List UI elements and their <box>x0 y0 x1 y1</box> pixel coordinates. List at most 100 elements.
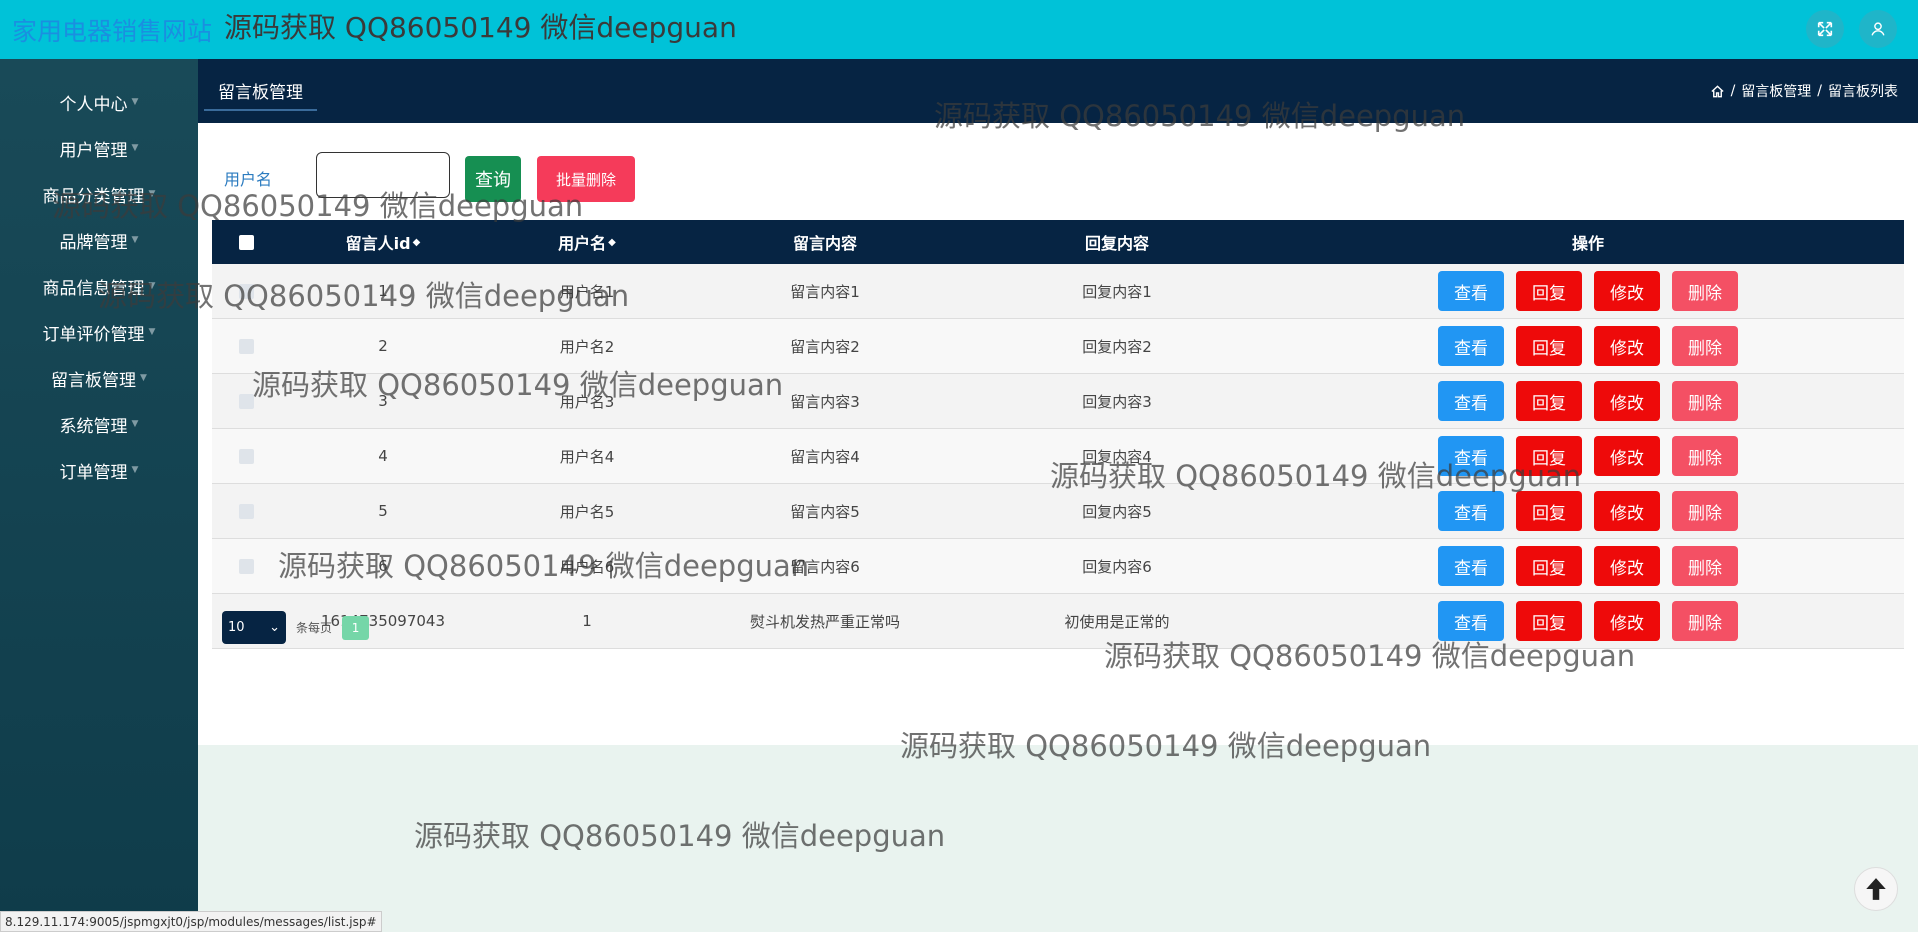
cell-reply: 回复内容2 <box>1082 337 1152 356</box>
username-search-input[interactable] <box>316 152 450 198</box>
top-bar: 家用电器销售网站 源码获取 QQ86050149 微信deepguan <box>0 0 1918 59</box>
caret-down-icon: ▼ <box>131 235 139 245</box>
table-header: 留言人id ◆ 用户名 ◆ 留言内容 回复内容 操作 <box>212 220 1904 264</box>
reply-button[interactable]: 回复 <box>1516 601 1582 641</box>
view-button[interactable]: 查看 <box>1438 601 1504 641</box>
sidebar-item-label: 订单评价管理 <box>42 324 145 345</box>
row-select[interactable] <box>212 429 280 483</box>
home-icon[interactable] <box>1710 84 1725 99</box>
edit-button[interactable]: 修改 <box>1594 271 1660 311</box>
sidebar-item-message-board[interactable]: 留言板管理 ▼ <box>0 358 198 398</box>
header-select-all[interactable] <box>212 220 280 264</box>
sidebar-item-order-management[interactable]: 订单管理 ▼ <box>0 450 198 490</box>
view-button[interactable]: 查看 <box>1438 326 1504 366</box>
sidebar-item-product-management[interactable]: 商品信息管理 ▼ <box>0 266 198 306</box>
row-checkbox[interactable] <box>238 503 254 519</box>
back-to-top-icon <box>1866 878 1886 900</box>
table-row: 1614735097043 1 熨斗机发热严重正常吗 初使用是正常的 查看 回复 修改 删除 <box>212 594 1904 649</box>
delete-button[interactable]: 删除 <box>1672 601 1738 641</box>
cell-username: 1 <box>582 612 592 630</box>
reply-button[interactable]: 回复 <box>1516 491 1582 531</box>
sort-icon[interactable]: ◆ <box>413 237 421 248</box>
reply-button[interactable]: 回复 <box>1516 326 1582 366</box>
delete-button[interactable]: 删除 <box>1672 491 1738 531</box>
column-header-reply: 回复内容 <box>1084 234 1149 253</box>
cell-messager-id: 1 <box>378 282 388 300</box>
sidebar-item-brand-management[interactable]: 品牌管理 ▼ <box>0 220 198 260</box>
caret-down-icon: ▼ <box>131 143 139 153</box>
select-all-checkbox[interactable] <box>238 234 254 250</box>
breadcrumb: / 留言板管理 / 留言板列表 <box>1710 81 1898 101</box>
back-to-top-button[interactable] <box>1854 867 1898 911</box>
row-select[interactable] <box>212 484 280 538</box>
cell-actions: 查看 回复 修改 删除 <box>1272 264 1904 318</box>
reply-button[interactable]: 回复 <box>1516 436 1582 476</box>
sidebar-item-order-review-management[interactable]: 订单评价管理 ▼ <box>0 312 198 352</box>
edit-button[interactable]: 修改 <box>1594 546 1660 586</box>
sidebar-item-personal-center[interactable]: 个人中心 ▼ <box>0 82 198 122</box>
table-row: 5 用户名5 留言内容5 回复内容5 查看 回复 修改 删除 <box>212 484 1904 539</box>
sidebar: 个人中心 ▼ 用户管理 ▼ 商品分类管理 ▼ 品牌管理 ▼ 商品信息管理 ▼ 订单评价管理… <box>0 59 198 932</box>
row-checkbox[interactable] <box>238 558 254 574</box>
sidebar-item-user-management[interactable]: 用户管理 ▼ <box>0 128 198 168</box>
tab-message-board[interactable]: 留言板管理 <box>204 71 317 111</box>
cell-reply: 回复内容3 <box>1082 392 1152 411</box>
delete-button[interactable]: 删除 <box>1672 436 1738 476</box>
cell-messager-id: 6 <box>378 557 388 575</box>
row-checkbox[interactable] <box>238 283 254 299</box>
page-size-select[interactable]: 10 ⌄ <box>222 611 286 644</box>
site-title: 家用电器销售网站 <box>12 17 213 46</box>
row-select[interactable] <box>212 539 280 593</box>
reply-button[interactable]: 回复 <box>1516 271 1582 311</box>
edit-button[interactable]: 修改 <box>1594 491 1660 531</box>
watermark-top: 源码获取 QQ86050149 微信deepguan <box>224 11 737 44</box>
row-select[interactable] <box>212 374 280 428</box>
delete-button[interactable]: 删除 <box>1672 326 1738 366</box>
reply-button[interactable]: 回复 <box>1516 381 1582 421</box>
user-menu-button[interactable] <box>1859 10 1897 48</box>
reply-button[interactable]: 回复 <box>1516 546 1582 586</box>
batch-delete-button[interactable]: 批量删除 <box>537 156 635 202</box>
table-row: 6 用户名6 留言内容6 回复内容6 查看 回复 修改 删除 <box>212 539 1904 594</box>
cell-actions: 查看 回复 修改 删除 <box>1272 319 1904 373</box>
sidebar-item-label: 个人中心 <box>59 94 128 115</box>
delete-button[interactable]: 删除 <box>1672 271 1738 311</box>
sidebar-item-label: 商品信息管理 <box>42 278 145 299</box>
sort-icon[interactable]: ◆ <box>608 237 616 248</box>
edit-button[interactable]: 修改 <box>1594 601 1660 641</box>
cell-actions: 查看 回复 修改 删除 <box>1272 484 1904 538</box>
row-select[interactable] <box>212 264 280 318</box>
view-button[interactable]: 查看 <box>1438 271 1504 311</box>
column-header-messager-id[interactable]: 留言人id ◆ <box>280 220 486 264</box>
sidebar-item-category-management[interactable]: 商品分类管理 ▼ <box>0 174 198 214</box>
view-button[interactable]: 查看 <box>1438 546 1504 586</box>
view-button[interactable]: 查看 <box>1438 436 1504 476</box>
cell-messager-id: 2 <box>378 337 388 355</box>
row-select[interactable] <box>212 319 280 373</box>
breadcrumb-item[interactable]: 留言板管理 <box>1741 81 1811 101</box>
breadcrumb-separator: / <box>1817 83 1822 99</box>
breadcrumb-separator: / <box>1730 83 1736 99</box>
query-button[interactable]: 查询 <box>465 156 521 202</box>
cell-username: 用户名6 <box>559 557 615 576</box>
fullscreen-button[interactable] <box>1806 10 1844 48</box>
delete-button[interactable]: 删除 <box>1672 546 1738 586</box>
edit-button[interactable]: 修改 <box>1594 381 1660 421</box>
delete-button[interactable]: 删除 <box>1672 381 1738 421</box>
cell-username: 用户名3 <box>559 392 615 411</box>
cell-reply: 回复内容1 <box>1082 282 1152 301</box>
sidebar-item-label: 商品分类管理 <box>42 186 145 207</box>
edit-button[interactable]: 修改 <box>1594 326 1660 366</box>
row-checkbox[interactable] <box>238 393 254 409</box>
view-button[interactable]: 查看 <box>1438 491 1504 531</box>
column-header-username[interactable]: 用户名 ◆ <box>486 220 688 264</box>
sidebar-item-system-management[interactable]: 系统管理 ▼ <box>0 404 198 444</box>
column-header-message: 留言内容 <box>792 234 857 253</box>
cell-message: 留言内容4 <box>790 447 860 466</box>
row-checkbox[interactable] <box>238 338 254 354</box>
edit-button[interactable]: 修改 <box>1594 436 1660 476</box>
page-number-current[interactable]: 1 <box>342 615 370 640</box>
cell-message: 留言内容5 <box>790 502 860 521</box>
view-button[interactable]: 查看 <box>1438 381 1504 421</box>
row-checkbox[interactable] <box>238 448 254 464</box>
